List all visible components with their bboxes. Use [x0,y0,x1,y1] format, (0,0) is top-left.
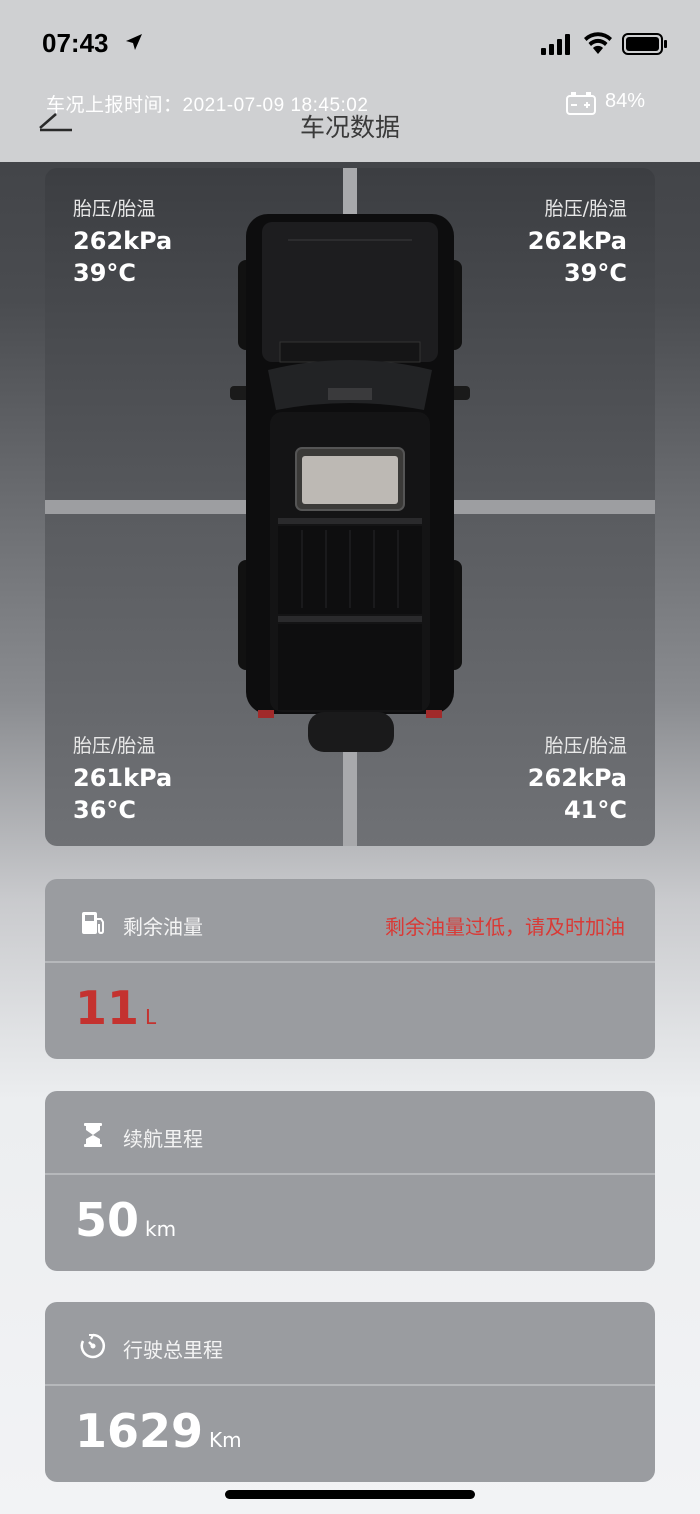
tire-temp: 41°C [563,796,627,824]
fuel-card-header: 剩余油量 剩余油量过低，请及时加油 [45,879,655,963]
tire-front-left: 胎压/胎温 262kPa 39°C [73,194,172,289]
fuel-title: 剩余油量 [123,915,203,939]
phone-battery-icon [622,33,667,55]
odometer-card-body: 1629 Km [45,1386,655,1480]
tire-temp: 39°C [73,259,137,287]
wifi-icon [584,32,612,54]
car-battery-icon [566,92,596,115]
tire-rear-left: 胎压/胎温 261kPa 36°C [73,731,172,826]
tire-pressure: 262kPa [527,764,627,792]
tire-temp: 39°C [563,259,627,287]
tire-label: 胎压/胎温 [544,198,627,220]
car-top-view-image [230,214,470,752]
status-time: 07:43 [42,28,109,58]
fuel-card-body: 11 L [45,963,655,1057]
tire-label: 胎压/胎温 [73,198,156,220]
tire-temp: 36°C [73,796,137,824]
range-unit: km [145,1217,177,1241]
fuel-value: 11 [75,981,140,1035]
odometer-value-line: 1629 Km [75,1404,242,1458]
fuel-warning: 剩余油量过低，请及时加油 [385,915,625,939]
range-value-line: 50 km [75,1193,176,1247]
range-card[interactable]: 续航里程 50 km [45,1091,655,1271]
hourglass-icon [84,1123,102,1147]
tire-pressure: 262kPa [73,227,173,255]
odometer-card-header: 行驶总里程 [45,1302,655,1386]
tire-pressure: 261kPa [73,764,173,792]
tire-front-right: 胎压/胎温 262kPa 39°C [528,194,627,289]
car-battery-percent: 84% [605,90,646,112]
fuel-value-line: 11 L [75,981,156,1035]
fuel-unit: L [145,1005,157,1029]
home-indicator[interactable] [225,1490,475,1499]
odometer-value: 1629 [75,1404,204,1458]
tire-pressure: 262kPa [527,227,627,255]
odometer-unit: Km [209,1428,242,1452]
tire-label: 胎压/胎温 [544,735,627,757]
location-arrow-icon [126,34,142,50]
odometer-title: 行驶总里程 [123,1338,223,1362]
range-card-body: 50 km [45,1175,655,1269]
range-card-header: 续航里程 [45,1091,655,1175]
odometer-card[interactable]: 行驶总里程 1629 Km [45,1302,655,1482]
fuel-card[interactable]: 剩余油量 剩余油量过低，请及时加油 11 L [45,879,655,1059]
odometer-dial-icon [80,1333,106,1359]
range-title: 续航里程 [123,1127,203,1151]
cellular-signal-icon [541,34,570,55]
range-value: 50 [75,1193,140,1247]
tire-label: 胎压/胎温 [73,735,156,757]
tire-rear-right: 胎压/胎温 262kPa 41°C [528,731,627,826]
fuel-pump-icon [82,912,104,935]
